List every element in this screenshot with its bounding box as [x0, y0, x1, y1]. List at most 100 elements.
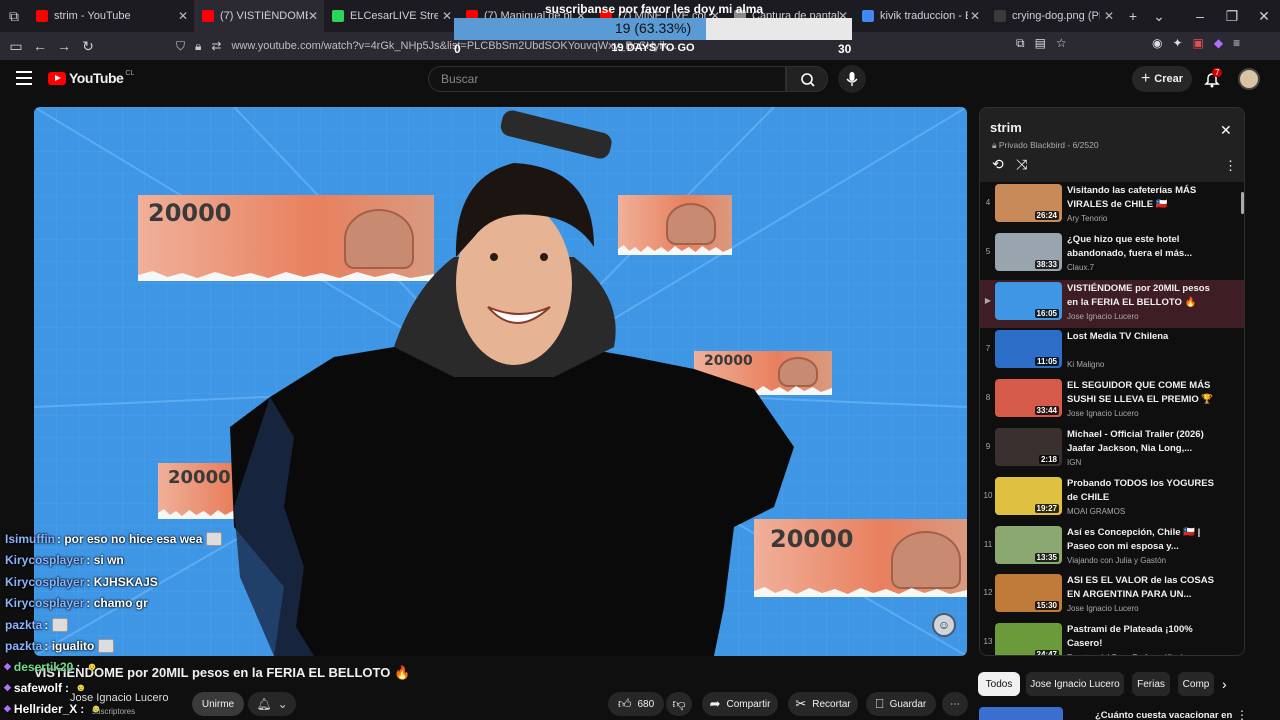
filter-chip[interactable]: Comp — [1178, 672, 1214, 696]
reader-view-icon[interactable]: ▤ — [1035, 36, 1046, 51]
playlist-item[interactable]: ▶ 16:05 VISTIÉNDOME por 20MIL pesos en la … — [980, 279, 1244, 329]
picture-in-picture-icon[interactable]: ⧉ — [1016, 36, 1025, 51]
addon-badge-icon[interactable]: ▣ — [1193, 36, 1204, 50]
video-title[interactable]: Visitando las cafeterías MÁS VIRALES de … — [1067, 184, 1217, 212]
playlist-item[interactable]: 5 38:33 ¿Que hizo que este hotel abandonad… — [980, 231, 1244, 280]
tab-close-icon[interactable]: ✕ — [442, 9, 452, 23]
extensions-icon[interactable]: ✦ — [1172, 36, 1182, 50]
youtube-logo[interactable]: YouTube CL — [48, 70, 134, 86]
lock-icon[interactable]: 🔒︎ — [195, 39, 201, 54]
app-menu-icon[interactable]: ≡ — [1233, 36, 1240, 50]
next-video-title[interactable]: ¿Cuánto cuesta vacacionar en — [1095, 710, 1232, 720]
avatar[interactable] — [1238, 68, 1260, 90]
filter-chip[interactable]: Jose Ignacio Lucero — [1026, 672, 1124, 696]
filter-chip[interactable]: Ferias — [1132, 672, 1170, 696]
video-title[interactable]: ASI ES EL VALOR de las COSAS EN ARGENTIN… — [1067, 574, 1217, 602]
voice-search-button[interactable] — [838, 65, 866, 93]
close-icon[interactable]: ✕ — [1220, 122, 1232, 139]
browser-tab[interactable]: kivik traduccion - Buscar con✕ — [854, 0, 986, 32]
chat-username[interactable]: Isimuffin — [5, 532, 55, 546]
forward-icon[interactable]: → — [52, 38, 76, 54]
tab-close-icon[interactable]: ✕ — [308, 9, 318, 23]
save-button[interactable]: ⎕ Guardar — [866, 692, 936, 716]
tab-close-icon[interactable]: ✕ — [970, 9, 980, 23]
chat-username[interactable]: safewolf — [14, 681, 62, 695]
chat-username[interactable]: Hellrider_X — [14, 702, 77, 716]
new-tab-icon[interactable]: + — [1120, 8, 1146, 24]
next-video-thumbnail[interactable] — [979, 707, 1063, 720]
browser-tab[interactable]: (7) VISTIÉNDOME por 20MIL✕ — [194, 0, 324, 32]
video-thumbnail[interactable]: 26:24 — [995, 184, 1062, 222]
loop-icon[interactable]: ⟲ — [992, 156, 1004, 173]
create-button[interactable]: + Crear — [1132, 66, 1192, 92]
playlist-scrollbar[interactable] — [1241, 192, 1244, 214]
video-thumbnail[interactable]: 15:30 — [995, 574, 1062, 613]
chat-username[interactable]: pazkta — [5, 639, 42, 653]
tab-close-icon[interactable]: ✕ — [1104, 9, 1114, 23]
window-close-icon[interactable]: ✕ — [1248, 8, 1280, 25]
sidebar-toggle-icon[interactable]: ▭ — [4, 38, 28, 55]
playlist-item[interactable]: 4 26:24 Visitando las cafeterías MÁS VIRAL… — [980, 182, 1244, 231]
search-input[interactable]: Buscar — [428, 66, 786, 92]
video-thumbnail[interactable]: 19:27 — [995, 476, 1062, 515]
channel-name[interactable]: Jose Ignacio Lucero — [70, 692, 168, 704]
browser-tab[interactable]: strim - YouTube ✕ — [28, 0, 194, 32]
chat-username[interactable]: desertik20 — [14, 660, 73, 674]
video-thumbnail[interactable]: 2:18 — [995, 427, 1062, 466]
back-icon[interactable]: ← — [28, 38, 52, 54]
video-thumbnail[interactable]: 16:05 — [995, 281, 1062, 320]
more-actions-button[interactable]: ⋯ — [942, 692, 968, 716]
restore-icon[interactable]: ❐ — [1216, 8, 1248, 25]
chat-username[interactable]: Kirycosplayer — [5, 553, 84, 567]
browser-tab[interactable]: ELCesarLIVE Stream - Watch ✕ — [324, 0, 458, 32]
playlist-item[interactable]: 7 11:05 Lost Media TV Chilena Ki Maligno — [980, 328, 1244, 377]
guide-menu-icon[interactable] — [16, 71, 32, 85]
video-title[interactable]: ¿Que hizo que este hotel abandonado, fue… — [1067, 233, 1217, 261]
video-title[interactable]: Lost Media TV Chilena — [1067, 330, 1217, 344]
video-thumbnail[interactable]: 24:47 — [995, 623, 1062, 655]
share-button[interactable]: ➦ Compartir — [702, 692, 778, 716]
video-title[interactable]: Pastrami de Plateada ¡100% Casero! — [1067, 623, 1217, 651]
join-button[interactable]: Unirme — [192, 692, 244, 716]
video-title[interactable]: Michael - Official Trailer (2026) Jaafar… — [1067, 428, 1217, 456]
playlist-item[interactable]: 12 15:30 ASI ES EL VALOR de las COSAS EN A… — [980, 572, 1244, 621]
playlist-item[interactable]: 10 19:27 Probando TODOS los YOGURES de CHI… — [980, 475, 1244, 524]
playlist-item[interactable]: 13 24:47 Pastrami de Plateada ¡100% Casero… — [980, 621, 1244, 655]
chat-username[interactable]: Kirycosplayer — [5, 596, 84, 610]
addon-icon[interactable]: ◆ — [1214, 36, 1223, 50]
video-title[interactable]: Así es Concepción, Chile 🇨🇱 | Paseo con … — [1067, 526, 1217, 554]
chat-username[interactable]: pazkta — [5, 618, 42, 632]
tab-close-icon[interactable]: ✕ — [178, 9, 188, 23]
video-thumbnail[interactable]: 13:35 — [995, 525, 1062, 564]
shuffle-icon[interactable]: ⤨ — [1016, 156, 1027, 173]
video-title[interactable]: VISTIÉNDOME por 20MIL pesos en la FERIA … — [1067, 282, 1217, 310]
dislike-button[interactable]: 👎︎ — [666, 692, 692, 716]
filter-chip[interactable]: Todos — [978, 672, 1020, 696]
subscribed-bell-button[interactable]: 🔔︎ ⌄ — [248, 692, 296, 716]
chevron-right-icon[interactable]: › — [1222, 676, 1227, 692]
video-thumbnail[interactable]: 38:33 — [995, 232, 1062, 271]
bookmark-star-icon[interactable]: ☆ — [1056, 36, 1067, 51]
shield-icon[interactable]: ⛉ — [176, 39, 185, 54]
search-button[interactable] — [786, 66, 828, 92]
tab-overview-icon[interactable]: ⧉ — [0, 8, 28, 25]
more-vertical-icon[interactable]: ⋮ — [1236, 708, 1248, 720]
chat-username[interactable]: Kirycosplayer — [5, 575, 84, 589]
minimize-icon[interactable]: – — [1184, 8, 1216, 24]
video-thumbnail[interactable]: 33:44 — [995, 379, 1062, 418]
account-icon[interactable]: ◉ — [1152, 36, 1162, 50]
browser-tab[interactable]: crying-dog.png (PNG Imagen, 3 ✕ — [986, 0, 1120, 32]
video-title[interactable]: Probando TODOS los YOGURES de CHILE — [1067, 477, 1217, 505]
more-vertical-icon[interactable]: ⋮ — [1224, 158, 1237, 174]
permissions-icon[interactable]: ⇄ — [211, 39, 221, 53]
playlist-item[interactable]: 9 2:18 Michael - Official Trailer (2026) J… — [980, 426, 1244, 475]
tab-list-icon[interactable]: ⌄ — [1146, 8, 1172, 25]
reload-icon[interactable]: ↻ — [76, 38, 100, 55]
playlist-title[interactable]: strim — [990, 120, 1022, 135]
playlist-item[interactable]: 11 13:35 Así es Concepción, Chile 🇨🇱 | Pas… — [980, 524, 1244, 573]
video-title[interactable]: EL SEGUIDOR QUE COME MÁS SUSHI SE LLEVA … — [1067, 379, 1217, 407]
playlist-item[interactable]: 8 33:44 EL SEGUIDOR QUE COME MÁS SUSHI SE … — [980, 377, 1244, 426]
like-button[interactable]: 👍︎ 680 — [608, 692, 664, 716]
video-thumbnail[interactable]: 11:05 — [995, 330, 1062, 369]
clip-button[interactable]: ✂ Recortar — [788, 692, 858, 716]
